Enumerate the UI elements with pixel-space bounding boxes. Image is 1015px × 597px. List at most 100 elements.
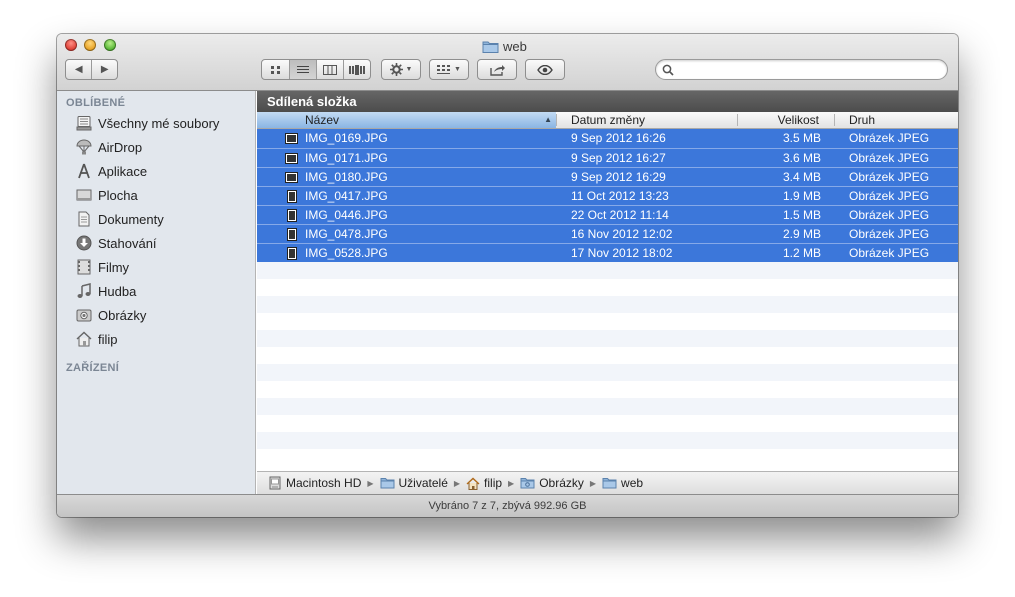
action-menu-button[interactable]: ▼ [381,59,421,80]
sidebar-header-devices: ZAŘÍZENÍ [66,362,120,374]
sidebar-item-documents[interactable]: Dokumenty [75,208,164,230]
sidebar-item-pictures[interactable]: Obrázky [75,304,146,326]
jpeg-thumbnail-icon [287,190,297,203]
column-header-name[interactable]: Název ▲ [257,112,556,128]
column-view-button[interactable] [316,60,343,79]
file-kind: Obrázek JPEG [849,189,930,203]
documents-icon [75,211,92,228]
minimize-button[interactable] [84,39,96,51]
table-row[interactable]: IMG_0446.JPG 22 Oct 2012 11:14 1.5 MB Ob… [257,205,958,225]
table-row[interactable]: IMG_0169.JPG 9 Sep 2012 16:26 3.5 MB Obr… [257,129,958,148]
search-field[interactable] [655,59,948,80]
zoom-button[interactable] [104,39,116,51]
list-view-button[interactable] [289,60,316,79]
sidebar-item-desktop[interactable]: Plocha [75,184,138,206]
close-button[interactable] [65,39,77,51]
file-name: IMG_0169.JPG [305,131,388,145]
table-row[interactable]: IMG_0528.JPG 17 Nov 2012 18:02 1.2 MB Ob… [257,243,958,263]
column-header-size[interactable]: Velikost [738,112,834,128]
grid-icon [270,65,280,74]
jpeg-thumbnail-icon [285,133,298,144]
table-row[interactable]: IMG_0417.JPG 11 Oct 2012 13:23 1.9 MB Ob… [257,186,958,206]
path-item-label: filip [484,476,503,490]
file-kind: Obrázek JPEG [849,208,930,222]
folder-icon [380,478,395,489]
sidebar-item-downloads[interactable]: Stahování [75,232,157,254]
path-item-macintosh-hd[interactable]: Macintosh HD [269,476,361,490]
sort-ascending-icon: ▲ [544,115,552,124]
sidebar-item-applications[interactable]: Aplikace [75,160,147,182]
file-date: 16 Nov 2012 12:02 [571,227,673,241]
sidebar-item-label: Stahování [98,235,157,251]
share-icon [489,64,505,76]
eye-icon [537,64,553,75]
path-separator-icon: ▶ [367,478,374,488]
search-input[interactable] [678,62,942,79]
table-row[interactable]: IMG_0171.JPG 9 Sep 2012 16:27 3.6 MB Obr… [257,148,958,168]
file-size: 2.9 MB [782,227,821,241]
path-item-web[interactable]: web [602,476,643,490]
view-mode-control [261,59,371,80]
pictures-icon [75,307,92,324]
arrange-menu-button[interactable]: ▼ [429,59,469,80]
chevron-down-icon: ▼ [405,66,413,73]
share-button[interactable] [477,59,517,80]
file-date: 17 Nov 2012 18:02 [571,246,673,260]
quick-look-button[interactable] [525,59,565,80]
file-kind: Obrázek JPEG [849,131,930,145]
sidebar-item-label: Dokumenty [98,211,164,227]
icon-view-button[interactable] [262,60,289,79]
status-bar: Vybráno 7 z 7, zbývá 992.96 GB [57,494,958,517]
path-item-users[interactable]: Uživatelé [380,476,448,490]
file-kind: Obrázek JPEG [849,151,930,165]
file-kind: Obrázek JPEG [849,227,930,241]
table-row[interactable]: IMG_0478.JPG 16 Nov 2012 12:02 2.9 MB Ob… [257,224,958,244]
sidebar-item-airdrop[interactable]: AirDrop [75,136,142,158]
file-name: IMG_0180.JPG [305,170,388,184]
column-header-kind[interactable]: Druh [835,112,955,128]
file-name: IMG_0478.JPG [305,227,388,241]
column-header-date[interactable]: Datum změny [557,112,737,128]
table-row[interactable]: IMG_0180.JPG 9 Sep 2012 16:29 3.4 MB Obr… [257,167,958,187]
sidebar-header-favorites: OBLÍBENÉ [66,97,126,109]
hard-drive-icon [269,476,281,490]
search-icon [662,64,674,76]
window-title: web [482,38,527,54]
downloads-icon [75,235,92,252]
home-icon [466,477,480,490]
empty-row [257,296,958,313]
airdrop-icon [75,139,92,156]
all-files-icon [75,115,92,132]
sidebar-item-label: Filmy [98,259,130,275]
sidebar: OBLÍBENÉ Všechny mé soubory AirDrop Apli… [57,91,256,494]
column-header-name-label: Název [305,113,340,127]
coverflow-view-button[interactable] [343,60,370,79]
file-date: 9 Sep 2012 16:26 [571,131,666,145]
empty-row [257,432,958,449]
forward-button[interactable]: ▶ [91,60,117,79]
path-item-filip[interactable]: filip [466,476,502,490]
file-name: IMG_0446.JPG [305,208,388,222]
jpeg-thumbnail-icon [287,247,297,260]
path-item-pictures[interactable]: Obrázky [520,476,584,490]
sidebar-item-label: Plocha [98,187,138,203]
sidebar-item-all-files[interactable]: Všechny mé soubory [75,112,219,134]
path-item-label: Macintosh HD [286,476,362,490]
file-size: 3.4 MB [782,170,821,184]
empty-row [257,279,958,296]
columns-icon [323,64,337,75]
file-size: 1.5 MB [782,208,821,222]
gear-icon [389,63,403,76]
sidebar-item-music[interactable]: Hudba [75,280,136,302]
jpeg-thumbnail-icon [287,228,297,241]
file-size: 1.2 MB [782,246,821,260]
sidebar-item-movies[interactable]: Filmy [75,256,129,278]
file-name: IMG_0171.JPG [305,151,388,165]
file-kind: Obrázek JPEG [849,246,930,260]
back-button[interactable]: ◀ [66,60,91,79]
path-item-label: Uživatelé [398,476,448,490]
jpeg-thumbnail-icon [285,153,298,164]
movies-icon [75,259,92,276]
sidebar-item-home[interactable]: filip [75,328,118,350]
sidebar-item-label: filip [98,331,118,347]
